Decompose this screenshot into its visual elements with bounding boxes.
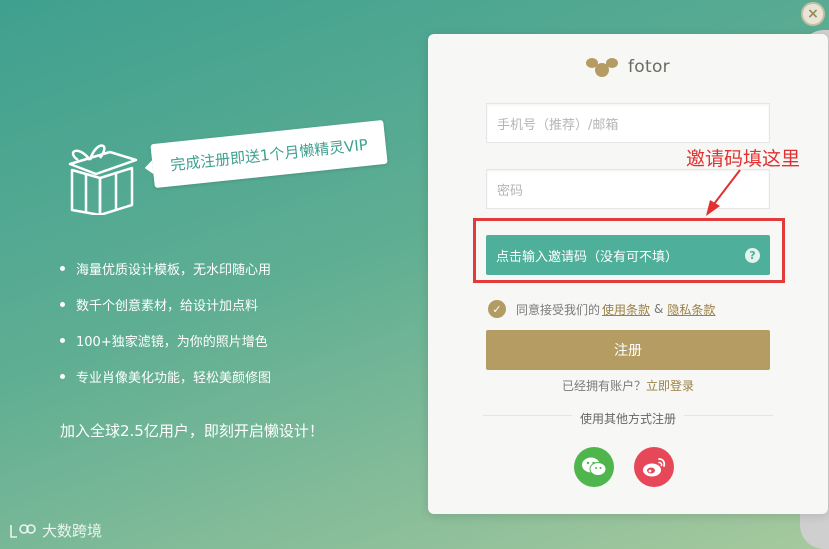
phone-email-input[interactable]: 手机号（推荐）/邮箱 [486,103,770,143]
close-button[interactable]: × [801,2,825,26]
feature-item: 100+独家滤镜，为你的照片增色 [60,322,271,358]
bullet-icon [60,301,65,307]
logo-text: fotor [628,57,670,77]
highlight-box [473,218,785,283]
watermark: 大数跨境 [8,520,102,541]
vip-promo-banner: 完成注册即送1个月懒精灵VIP [150,119,388,189]
privacy-link[interactable]: 隐私条款 [667,301,715,318]
register-button[interactable]: 注册 [486,330,770,370]
feature-list: 海量优质设计模板，无水印随心用 数千个创意素材，给设计加点料 100+独家滤镜，… [60,250,271,394]
weibo-login-button[interactable] [634,447,674,487]
annotation-text: 邀请码填这里 [686,148,801,170]
gift-icon [68,144,138,215]
bullet-icon [60,265,65,271]
login-prompt: 已经拥有账户？立即登录 [561,379,695,393]
bullet-icon [60,373,65,379]
join-tagline: 加入全球2.5亿用户，即刻开启懒设计！ [60,422,324,440]
watermark-logo-icon [10,523,36,538]
feature-item: 海量优质设计模板，无水印随心用 [60,250,271,286]
login-link[interactable]: 立即登录 [646,379,694,393]
annotation-arrow-icon [706,169,741,216]
weibo-icon [643,458,666,477]
fotor-logo: fotor [584,56,670,78]
watermark-text: 大数跨境 [42,522,103,540]
other-methods-label: 使用其他方式注册 [428,410,828,427]
promo-panel: 完成注册即送1个月懒精灵VIP 海量优质设计模板，无水印随心用 数千个创意素材，… [0,0,428,549]
wechat-icon [582,457,607,476]
feature-item: 专业肖像美化功能，轻松美颜修图 [60,358,271,394]
checkmark-icon[interactable]: ✓ [488,300,506,318]
terms-link[interactable]: 使用条款 [602,301,650,318]
feature-item: 数千个创意素材，给设计加点料 [60,286,271,322]
fotor-logo-icon [586,58,618,77]
wechat-login-button[interactable] [574,447,614,487]
terms-agreement: ✓ 同意接受我们的 使用条款 & 隐私条款 [488,300,715,318]
bullet-icon [60,337,65,343]
